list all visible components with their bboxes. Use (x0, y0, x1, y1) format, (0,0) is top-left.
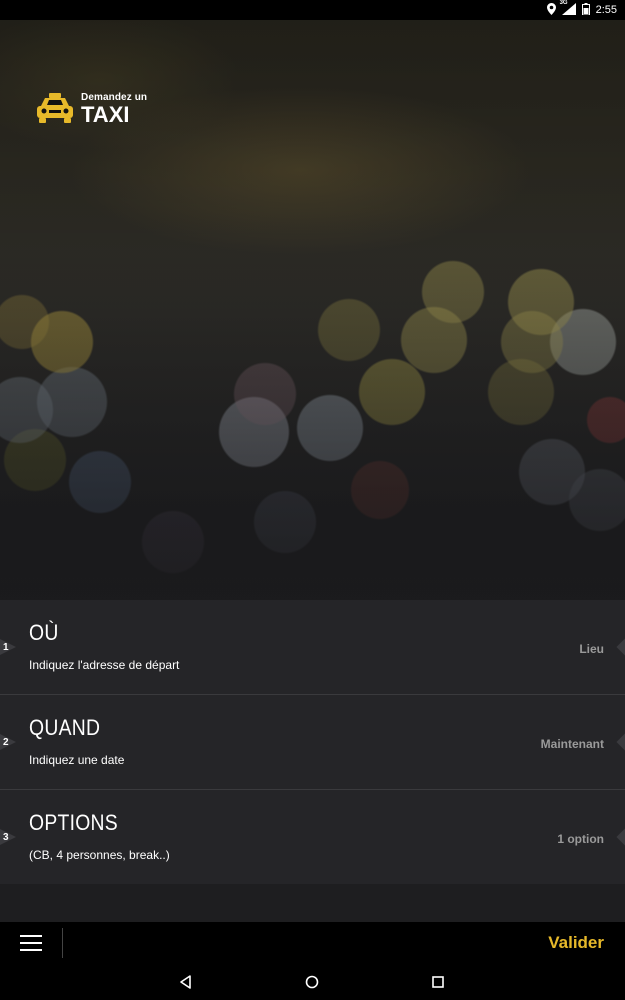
bottom-spacer (0, 884, 625, 922)
back-icon[interactable] (177, 973, 195, 991)
step-options-row[interactable]: 3 OPTIONS (CB, 4 personnes, break..) 1 o… (0, 790, 625, 884)
row-subtitle: Indiquez une date (29, 753, 125, 767)
logo-tagline: Demandez un (81, 91, 148, 103)
validate-button[interactable]: Valider (548, 933, 604, 953)
step-number: 1 (3, 641, 9, 653)
row-arrow-indicator (616, 638, 625, 656)
network-type: 3G (559, 0, 568, 6)
location-icon (546, 2, 556, 18)
row-value: Lieu (579, 642, 604, 656)
status-time: 2:55 (595, 4, 617, 16)
row-title: OÙ (29, 620, 59, 645)
status-bar: 3G 2:55 (0, 0, 625, 20)
step-number: 2 (3, 736, 9, 748)
row-subtitle: (CB, 4 personnes, break..) (29, 848, 170, 862)
hamburger-menu-icon[interactable] (20, 933, 42, 953)
taxi-icon (35, 92, 75, 126)
step-where-row[interactable]: 1 OÙ Indiquez l'adresse de départ Lieu (0, 600, 625, 695)
app-logo: Demandez un TAXI (35, 92, 147, 126)
action-bar: Valider (0, 922, 625, 964)
step-badge: 2 (0, 726, 16, 758)
step-badge: 3 (0, 821, 16, 853)
row-title: OPTIONS (29, 810, 118, 835)
signal-icon: 3G (559, 0, 576, 18)
home-icon[interactable] (303, 973, 321, 991)
step-number: 3 (3, 831, 9, 843)
hero-background: Demandez un TAXI (0, 20, 625, 600)
row-value: 1 option (557, 832, 604, 846)
row-arrow-indicator (616, 733, 625, 751)
row-subtitle: Indiquez l'adresse de départ (29, 658, 180, 672)
recents-icon[interactable] (429, 973, 447, 991)
battery-icon (581, 2, 590, 18)
row-arrow-indicator (616, 828, 625, 846)
step-badge: 1 (0, 631, 16, 663)
row-title: QUAND (29, 715, 101, 740)
booking-steps: 1 OÙ Indiquez l'adresse de départ Lieu 2… (0, 600, 625, 884)
row-value: Maintenant (540, 737, 604, 751)
logo-title: TAXI (81, 101, 130, 127)
step-when-row[interactable]: 2 QUAND Indiquez une date Maintenant (0, 695, 625, 790)
divider (62, 928, 63, 958)
system-nav-bar (0, 964, 625, 1000)
